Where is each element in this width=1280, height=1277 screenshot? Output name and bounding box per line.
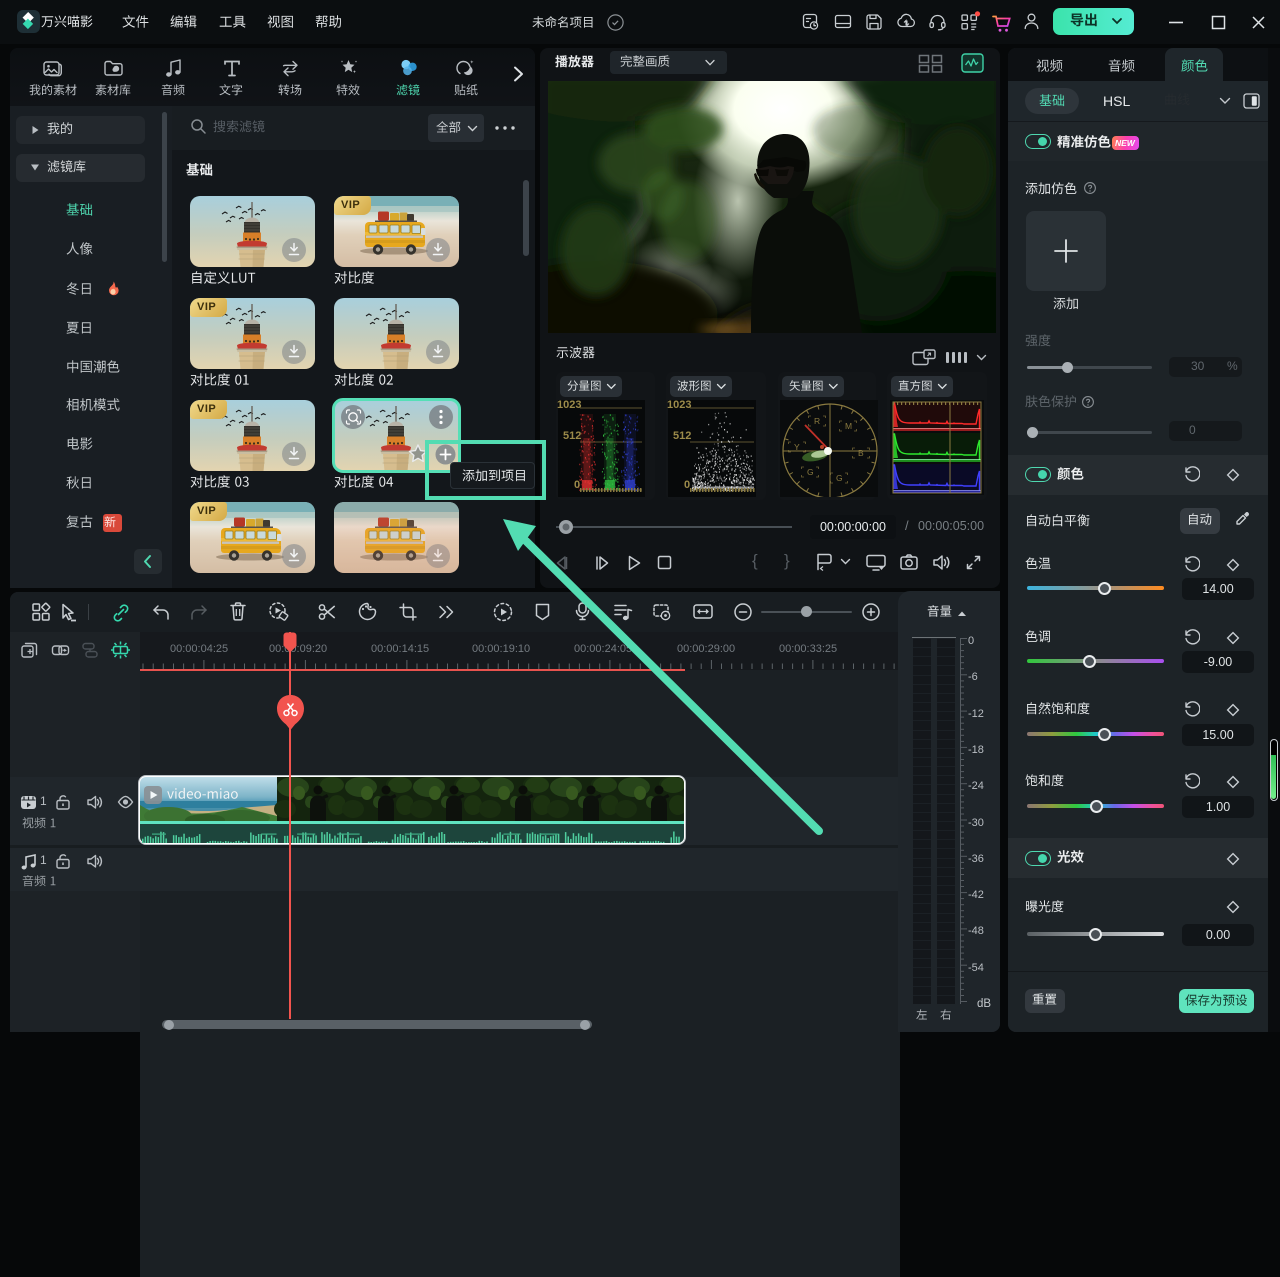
svg-text:M: M (845, 421, 852, 431)
svg-text:R: R (814, 416, 820, 426)
